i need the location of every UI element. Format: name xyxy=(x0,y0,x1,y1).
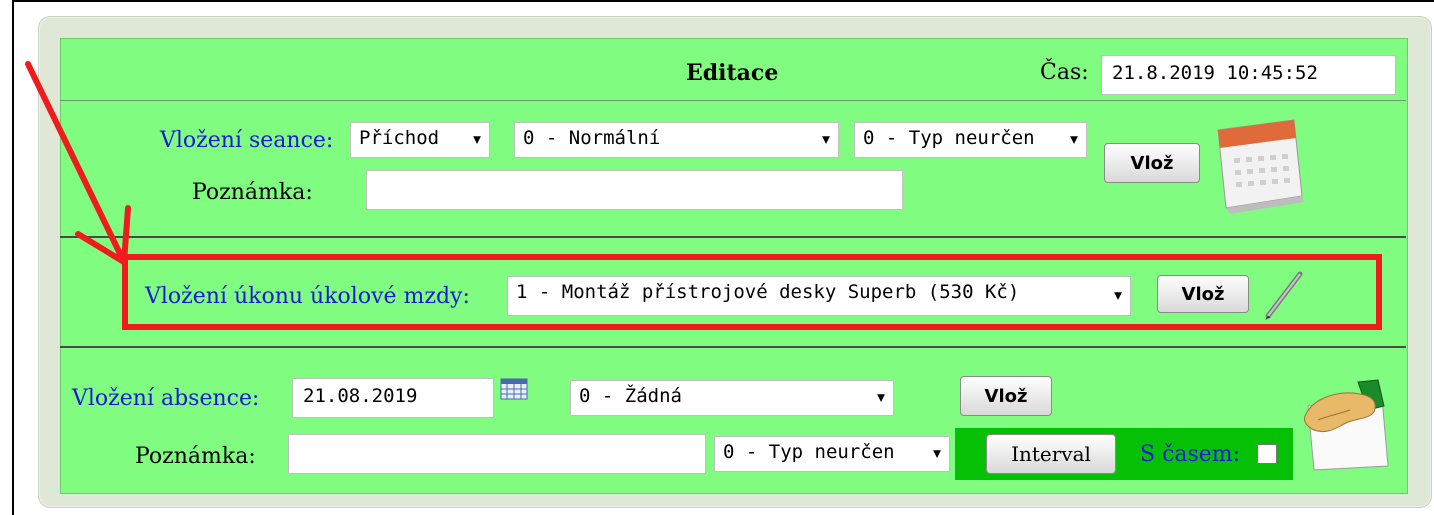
seance-kind-value: 0 - Typ neurčen xyxy=(863,127,1035,149)
absence-label: Vložení absence: xyxy=(72,386,260,411)
calendar-icon xyxy=(1217,119,1304,214)
seance-note-field[interactable] xyxy=(366,170,903,210)
chevron-down-icon: ▼ xyxy=(1114,288,1122,304)
time-field[interactable]: 21.8.2019 10:45:52 xyxy=(1101,55,1396,95)
chevron-down-icon: ▼ xyxy=(1070,132,1078,148)
seance-label: Vložení seance: xyxy=(160,128,334,153)
seance-note-label: Poznámka: xyxy=(192,180,313,205)
divider xyxy=(60,236,1406,238)
divider xyxy=(60,100,1406,101)
time-label: Čas: xyxy=(1040,60,1089,85)
seance-mode-value: 0 - Normální xyxy=(523,127,661,149)
absence-kind-value: 0 - Typ neurčen xyxy=(723,441,895,463)
piecework-label: Vložení úkonu úkolové mzdy: xyxy=(145,284,470,309)
seance-mode-select[interactable]: 0 - Normální ▼ xyxy=(514,122,839,158)
piecework-task-select[interactable]: 1 - Montáž přístrojové desky Superb (530… xyxy=(507,276,1131,316)
chevron-down-icon: ▼ xyxy=(473,132,481,148)
seance-type-select[interactable]: Příchod ▼ xyxy=(350,122,490,158)
chevron-down-icon: ▼ xyxy=(877,390,885,406)
absence-date-field[interactable]: 21.08.2019 xyxy=(292,378,494,418)
page-title: Editace xyxy=(686,60,779,86)
hand-note-icon xyxy=(1303,379,1389,471)
chevron-down-icon: ▼ xyxy=(822,132,830,148)
absence-type-value: 0 - Žádná xyxy=(579,385,682,407)
absence-note-field[interactable] xyxy=(288,434,706,474)
absence-note-label: Poznámka: xyxy=(135,444,256,469)
piecework-insert-button[interactable]: Vlož xyxy=(1157,275,1249,313)
date-picker-icon[interactable] xyxy=(500,378,528,400)
piecework-task-value: 1 - Montáž přístrojové desky Superb (530… xyxy=(516,281,1020,303)
seance-insert-button[interactable]: Vlož xyxy=(1104,143,1200,183)
with-time-label: S časem: xyxy=(1140,442,1241,467)
divider xyxy=(60,346,1406,348)
absence-kind-select[interactable]: 0 - Typ neurčen ▼ xyxy=(714,436,950,472)
seance-kind-select[interactable]: 0 - Typ neurčen ▼ xyxy=(854,122,1087,158)
seance-type-value: Příchod xyxy=(359,127,440,149)
absence-type-select[interactable]: 0 - Žádná ▼ xyxy=(570,380,894,416)
absence-insert-button[interactable]: Vlož xyxy=(960,376,1052,416)
chevron-down-icon: ▼ xyxy=(933,446,941,462)
annotation-arrow xyxy=(25,61,131,265)
pen-icon xyxy=(1265,271,1303,320)
interval-button[interactable]: Interval xyxy=(986,434,1116,474)
with-time-checkbox[interactable] xyxy=(1257,444,1277,464)
